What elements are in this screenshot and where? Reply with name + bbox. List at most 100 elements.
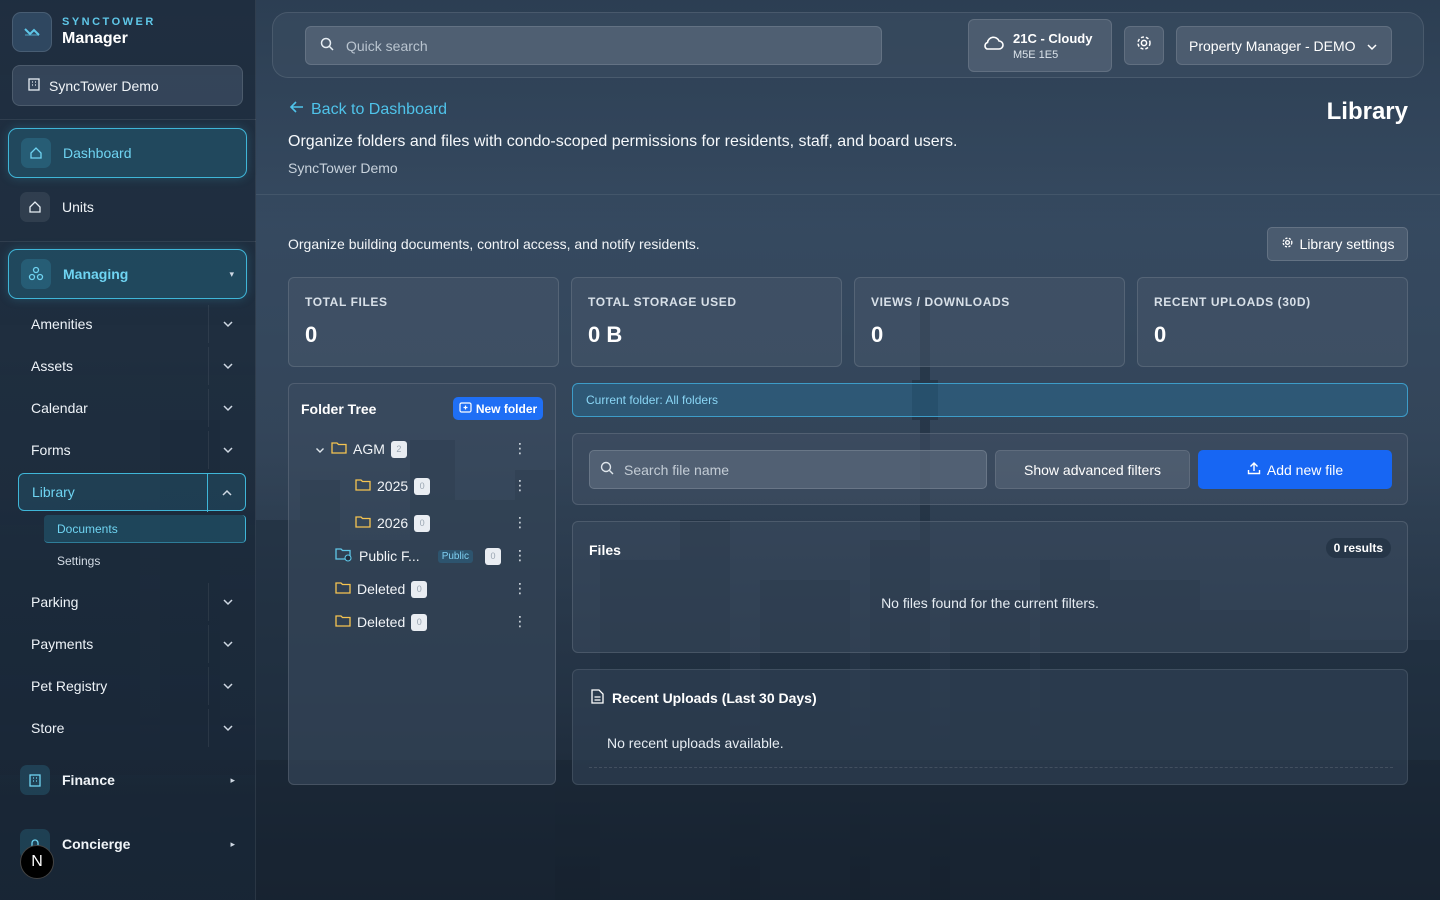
stat-value: 0 [1154, 322, 1167, 347]
folder-node-2026[interactable]: 2026 0 [355, 510, 431, 536]
sidebar: SYNCTOWER Manager SyncTower Demo Dashboa… [0, 0, 256, 900]
new-folder-label: New folder [475, 401, 538, 416]
folder-tree-panel: Folder Tree New folder AGM 2 ⋮ 2025 0 ⋮ … [288, 383, 556, 785]
main-content: Organize building documents, control acc… [256, 196, 1440, 900]
sidebar-item-label: Finance [62, 772, 115, 788]
sidebar-item-calendar[interactable]: Calendar [18, 389, 246, 427]
add-new-file-button[interactable]: Add new file [1198, 450, 1392, 489]
settings-button[interactable] [1124, 26, 1164, 65]
sidebar-item-units[interactable]: Units [8, 182, 247, 232]
sidebar-item-amenities[interactable]: Amenities [18, 305, 246, 343]
sidebar-item-pet-registry[interactable]: Pet Registry [18, 667, 246, 705]
chevron-down-icon[interactable] [208, 709, 246, 747]
folder-name: Public F... [359, 548, 420, 564]
upload-icon [1247, 461, 1261, 478]
results-count-badge: 0 results [1325, 538, 1391, 558]
intro-text: Organize building documents, control acc… [288, 236, 700, 252]
library-settings-button[interactable]: Library settings [1267, 227, 1408, 261]
folder-node-public[interactable]: Public F... Public 0 [335, 543, 501, 569]
folder-node-deleted-2[interactable]: Deleted 0 [335, 609, 428, 635]
role-selector-button[interactable]: Property Manager - DEMO [1176, 26, 1392, 65]
chevron-down-icon[interactable] [208, 305, 246, 343]
sidebar-item-label: Dashboard [63, 145, 132, 161]
recent-uploads-header: Recent Uploads (Last 30 Days) [591, 689, 817, 707]
chevron-down-icon[interactable] [208, 625, 246, 663]
folder-menu-icon[interactable]: ⋮ [513, 515, 527, 529]
back-to-dashboard-link[interactable]: Back to Dashboard [289, 100, 447, 119]
chevron-down-icon[interactable] [208, 431, 246, 469]
folder-name: AGM [353, 441, 385, 457]
files-panel: Files 0 results No files found for the c… [572, 521, 1408, 653]
folder-name: 2025 [377, 478, 409, 494]
sidebar-item-finance[interactable]: Finance ▸ [8, 755, 247, 805]
folder-menu-icon[interactable]: ⋮ [513, 614, 527, 628]
document-icon [591, 689, 604, 707]
current-folder-banner: Current folder: All folders [572, 383, 1408, 417]
file-search-placeholder: Search file name [624, 461, 730, 478]
folder-name: 2026 [377, 515, 409, 531]
back-link-label: Back to Dashboard [311, 100, 448, 118]
brand-title: Manager [62, 30, 128, 47]
folder-name: Deleted [357, 581, 406, 597]
quick-search-input[interactable]: Quick search [305, 26, 882, 65]
sidebar-item-library[interactable]: Library [18, 473, 246, 512]
folder-count-badge: 2 [390, 440, 407, 458]
chevron-up-icon[interactable] [207, 474, 245, 512]
sidebar-item-label: Calendar [31, 400, 88, 416]
search-icon [320, 37, 334, 54]
stat-card-views: VIEWS / DOWNLOADS 0 [854, 277, 1125, 367]
weather-widget[interactable]: 21C - Cloudy M5E 1E5 [968, 19, 1112, 72]
quick-search-placeholder: Quick search [346, 37, 428, 54]
sidebar-item-label: Pet Registry [31, 678, 108, 694]
sidebar-item-payments[interactable]: Payments [18, 625, 246, 663]
new-folder-button[interactable]: New folder [453, 397, 543, 420]
folder-count-badge: 0 [411, 613, 428, 631]
chevron-down-icon[interactable] [208, 667, 246, 705]
sidebar-item-documents[interactable]: Documents [44, 515, 246, 543]
folder-node-2025[interactable]: 2025 0 [355, 473, 431, 499]
folder-menu-icon[interactable]: ⋮ [513, 581, 527, 595]
folder-icon [355, 478, 371, 494]
chevron-down-icon[interactable] [208, 347, 246, 385]
folder-icon [335, 581, 351, 597]
sidebar-item-label: Payments [31, 636, 94, 652]
sidebar-item-forms[interactable]: Forms [18, 431, 246, 469]
cloud-icon [981, 35, 1005, 56]
library-settings-label: Library settings [1299, 236, 1395, 252]
show-advanced-filters-button[interactable]: Show advanced filters [995, 450, 1190, 489]
folder-plus-icon [459, 401, 472, 416]
files-title: Files [589, 542, 621, 558]
home-icon [21, 138, 51, 168]
folder-node-deleted[interactable]: Deleted 0 [335, 576, 428, 602]
stat-value: 0 [305, 322, 318, 347]
chevron-down-icon[interactable] [208, 583, 246, 621]
sidebar-item-assets[interactable]: Assets [18, 347, 246, 385]
folder-count-badge: 0 [411, 580, 428, 598]
caret-down-icon: ▾ [229, 268, 234, 279]
sidebar-item-dashboard[interactable]: Dashboard [8, 128, 247, 178]
folder-menu-icon[interactable]: ⋮ [513, 548, 527, 562]
weather-temp: 21C - Cloudy [1013, 30, 1093, 46]
folder-menu-icon[interactable]: ⋮ [513, 441, 527, 455]
weather-postal: M5E 1E5 [1013, 48, 1059, 61]
chevron-down-icon[interactable] [315, 441, 325, 457]
recent-uploads-panel: Recent Uploads (Last 30 Days) No recent … [572, 669, 1408, 785]
stat-label: TOTAL FILES [305, 295, 388, 309]
stat-value: 0 B [588, 322, 623, 347]
folder-node-agm[interactable]: AGM 2 [315, 436, 407, 462]
sidebar-item-label: Parking [31, 594, 79, 610]
sidebar-item-store[interactable]: Store [18, 709, 246, 747]
sidebar-item-managing[interactable]: Managing ▾ [8, 249, 247, 299]
sidebar-item-parking[interactable]: Parking [18, 583, 246, 621]
chevron-down-icon[interactable] [208, 389, 246, 427]
org-selector-button[interactable]: SyncTower Demo [12, 65, 243, 106]
folder-menu-icon[interactable]: ⋮ [513, 478, 527, 492]
user-avatar[interactable]: N [20, 845, 54, 879]
sidebar-item-label: Units [62, 199, 94, 215]
network-icon [21, 259, 51, 289]
file-search-input[interactable]: Search file name [589, 450, 987, 489]
file-filter-bar: Search file name Show advanced filters A… [572, 433, 1408, 505]
sidebar-item-library-settings[interactable]: Settings [44, 547, 246, 575]
arrow-left-icon [289, 100, 305, 119]
stat-label: TOTAL STORAGE USED [588, 295, 737, 309]
